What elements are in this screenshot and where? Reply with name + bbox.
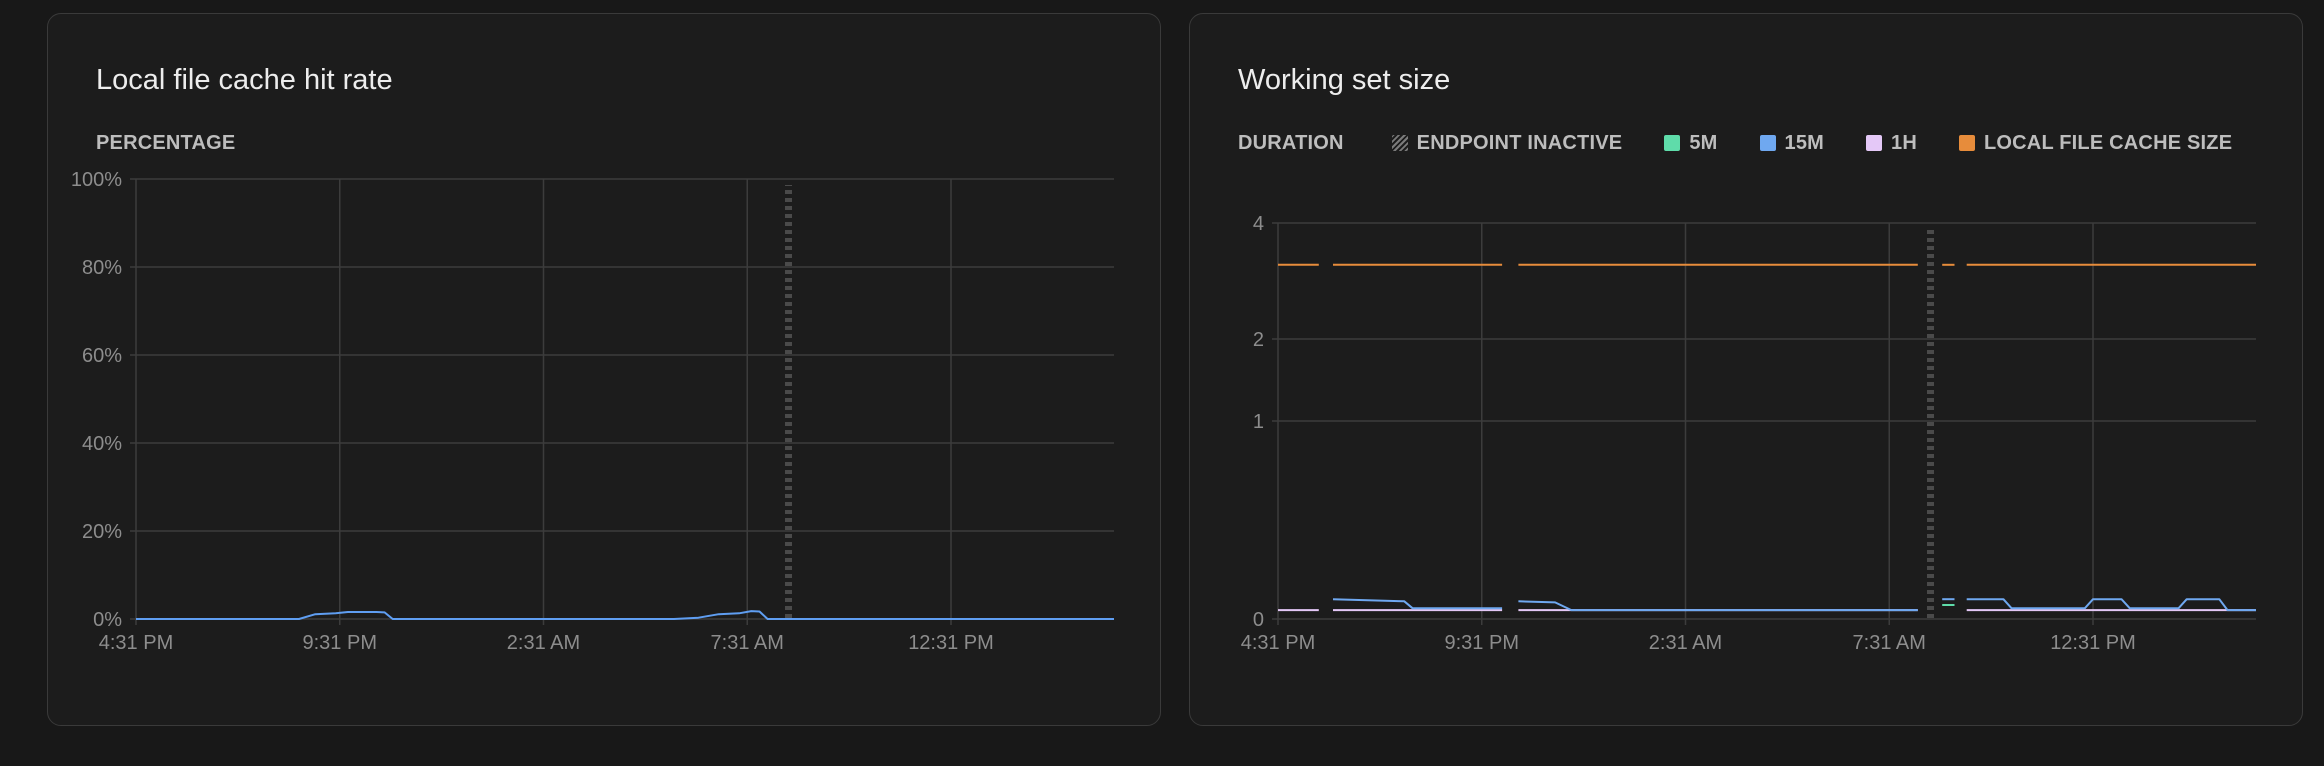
y-tick-label: 100% — [71, 169, 122, 191]
x-tick-label: 7:31 AM — [711, 632, 784, 654]
x-tick-label: 12:31 PM — [2050, 632, 2136, 654]
y-tick-label: 2 — [1253, 329, 1264, 351]
cache-hit-rate-panel: Local file cache hit rate PERCENTAGE 0% 2… — [47, 13, 1161, 726]
cache-hit-rate-chart: 0% 20% 40% 60% 80% 100% 4:31 PM 9:31 PM 2:31 AM 7… — [71, 169, 1114, 654]
y-tick-label: 0 — [1253, 609, 1264, 631]
x-tick-label: 9:31 PM — [1445, 632, 1519, 654]
y-tick-label: 0% — [93, 609, 122, 631]
x-tick-label: 2:31 AM — [1649, 632, 1722, 654]
working-set-size-chart: 0 1 2 4 4:31 PM 9:31 PM 2:31 AM 7:31 AM 12:31 PM — [1241, 213, 2256, 654]
series-line — [136, 610, 1114, 620]
x-tick-label: 7:31 AM — [1853, 632, 1926, 654]
x-tick-label: 2:31 AM — [507, 632, 580, 654]
x-tick-label: 9:31 PM — [303, 632, 377, 654]
series-line — [1966, 598, 2256, 612]
endpoint-inactive-band — [785, 185, 792, 619]
x-tick-label: 4:31 PM — [99, 632, 173, 654]
endpoint-inactive-band — [1927, 229, 1934, 619]
series-line — [1518, 600, 1918, 612]
working-set-size-panel: Working set size DURATION ENDPOINT INACT… — [1189, 13, 2303, 726]
x-tick-label: 4:31 PM — [1241, 632, 1315, 654]
y-tick-label: 1 — [1253, 411, 1264, 433]
x-tick-label: 12:31 PM — [908, 632, 994, 654]
y-tick-label: 40% — [82, 433, 122, 455]
y-tick-label: 80% — [82, 257, 122, 279]
y-tick-label: 60% — [82, 345, 122, 367]
y-tick-label: 4 — [1253, 213, 1264, 235]
y-tick-label: 20% — [82, 521, 122, 543]
series-line — [1332, 598, 1503, 610]
